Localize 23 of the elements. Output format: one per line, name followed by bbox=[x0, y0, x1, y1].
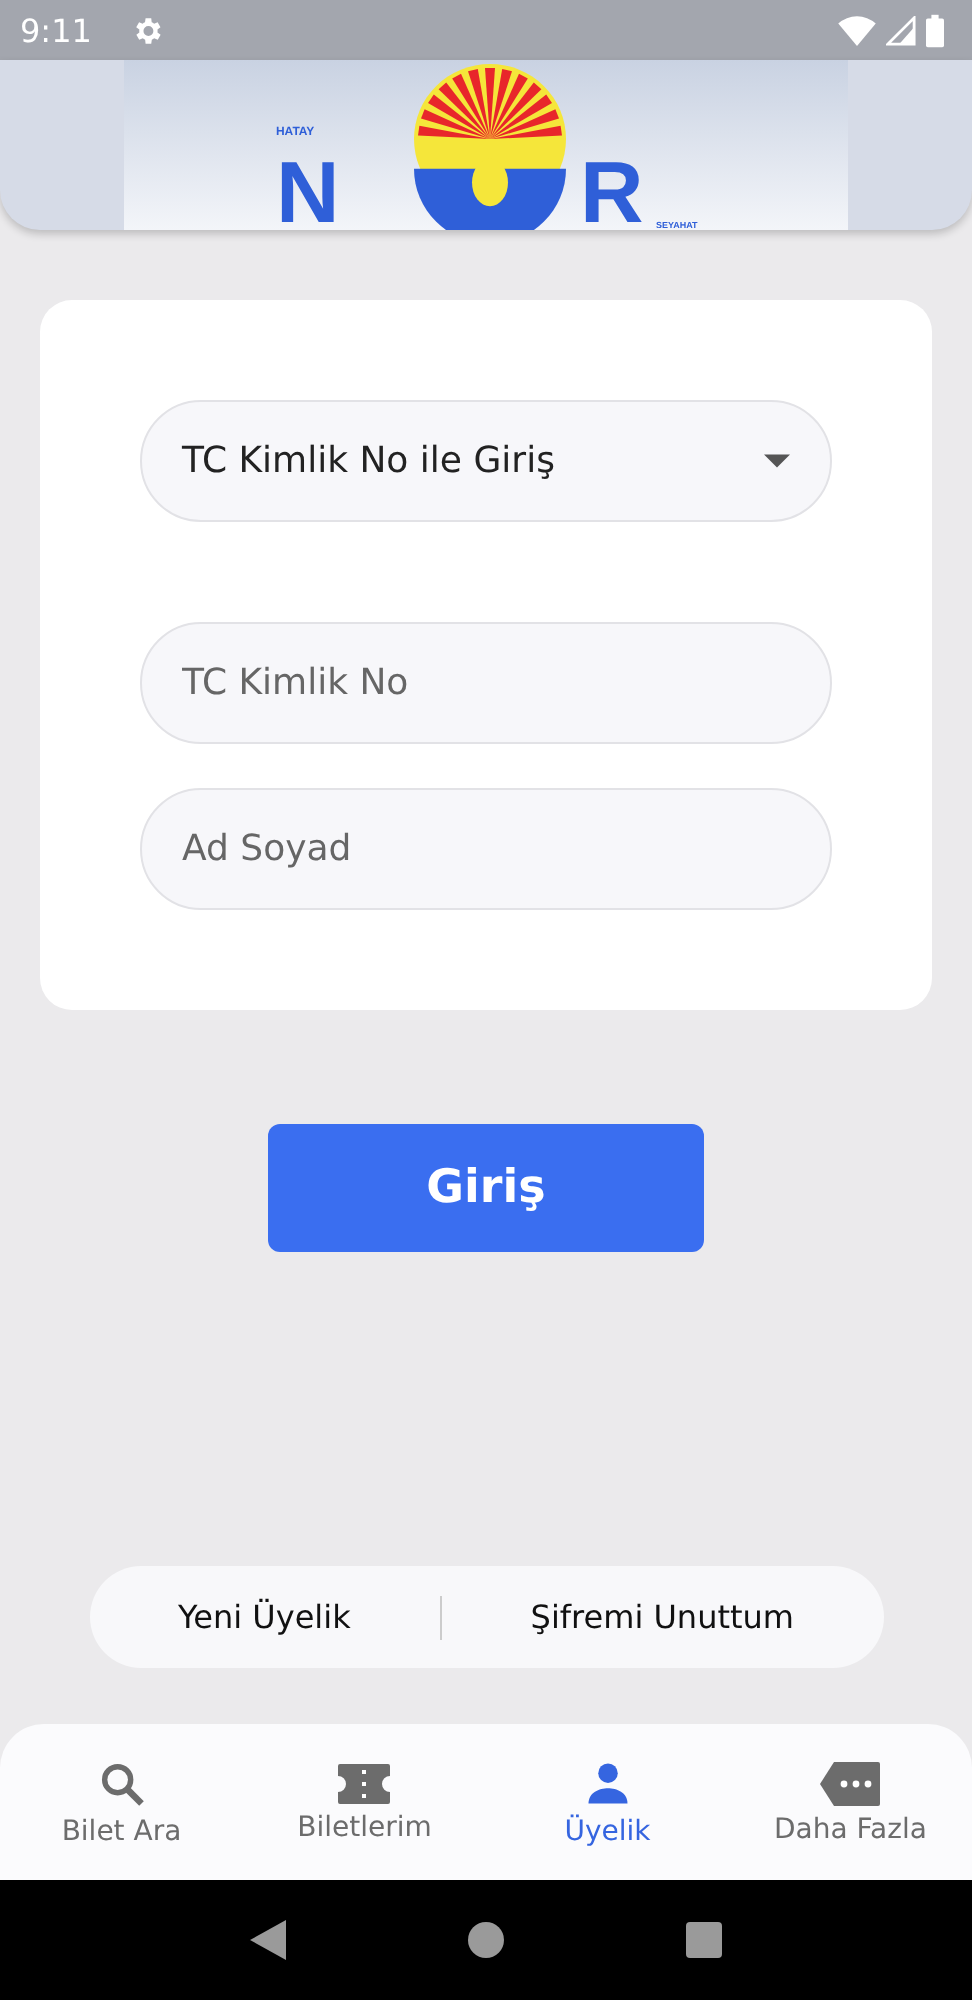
ticket-icon bbox=[336, 1761, 393, 1805]
login-button[interactable]: Giriş bbox=[268, 1124, 704, 1252]
nav-tab[interactable]: Daha Fazla bbox=[729, 1724, 972, 1880]
clock: 9:11 bbox=[20, 11, 92, 49]
home-icon[interactable] bbox=[467, 1922, 504, 1958]
nav-tab[interactable]: Biletlerim bbox=[243, 1724, 486, 1880]
text-field[interactable]: Ad Soyad bbox=[140, 788, 832, 910]
wifi-icon bbox=[838, 15, 876, 45]
login-type-dropdown[interactable]: TC Kimlik No ile Giriş bbox=[140, 400, 832, 522]
back-icon[interactable] bbox=[250, 1920, 287, 1960]
nav-tab[interactable]: Bilet Ara bbox=[0, 1724, 243, 1880]
more-icon bbox=[818, 1759, 883, 1807]
sun-emblem-icon bbox=[414, 63, 566, 230]
logo-letter: N bbox=[276, 144, 340, 230]
signal-icon bbox=[886, 15, 916, 45]
dropdown-caret-icon bbox=[764, 454, 790, 468]
battery-icon bbox=[926, 13, 944, 47]
logo-letter: R bbox=[580, 144, 644, 230]
link[interactable]: Yeni Üyelik bbox=[177, 1598, 351, 1636]
link[interactable]: Şifremi Unuttum bbox=[530, 1598, 794, 1636]
nav-tab[interactable]: Üyelik bbox=[486, 1724, 729, 1880]
recents-icon[interactable] bbox=[685, 1922, 722, 1958]
text-field[interactable]: TC Kimlik No bbox=[140, 622, 832, 744]
